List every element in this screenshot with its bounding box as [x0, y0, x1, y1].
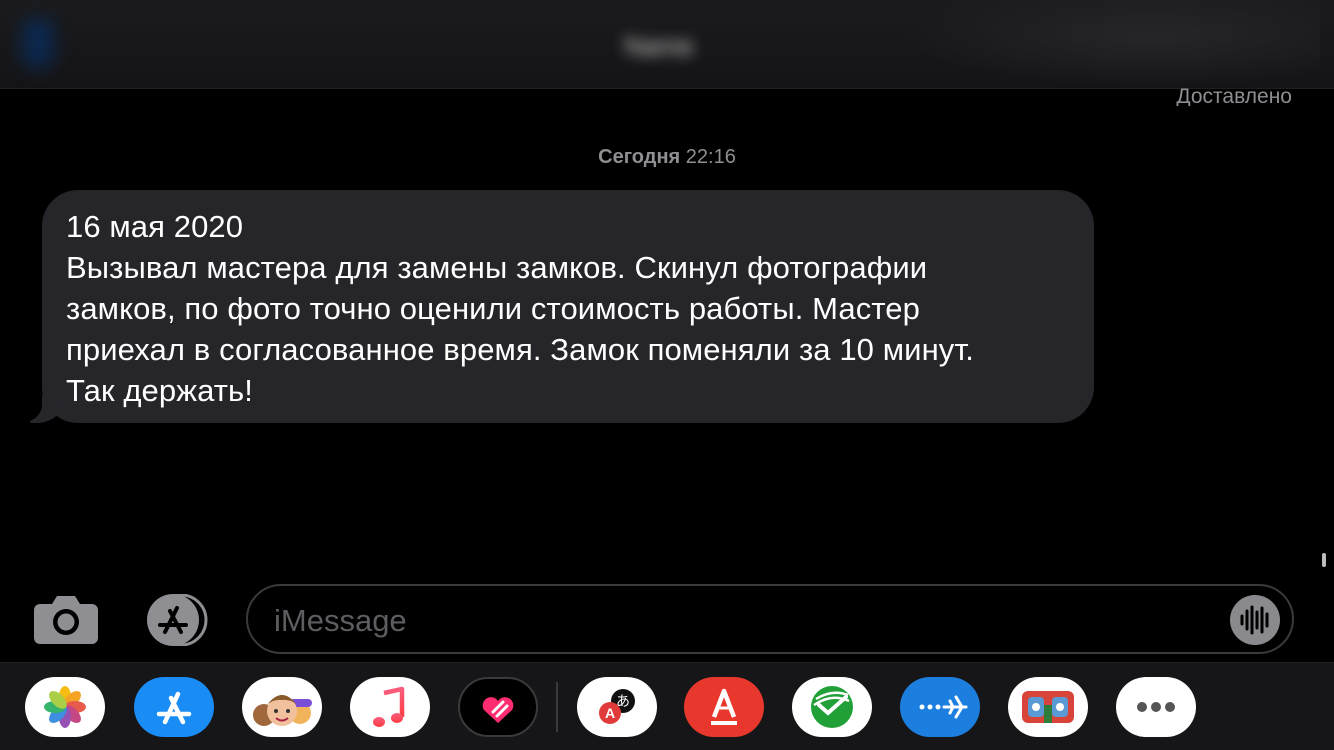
audio-message-button[interactable] — [1230, 595, 1280, 645]
message-line: Так держать! — [66, 373, 253, 408]
timestamp-day: Сегодня — [598, 146, 681, 168]
scroll-indicator[interactable] — [1322, 553, 1326, 567]
svg-text:A: A — [605, 705, 615, 721]
translate-app-icon[interactable]: あ A — [577, 677, 657, 737]
app-store-app-icon[interactable] — [134, 677, 214, 737]
message-line: 16 мая 2020 — [66, 209, 244, 244]
delivery-status: Доставлено — [1176, 85, 1292, 107]
sberbank-app-icon[interactable] — [792, 677, 872, 737]
message-line: приехал в согласованное время. Замок пом… — [66, 332, 974, 367]
stickers-app-icon[interactable] — [1008, 677, 1088, 737]
camera-icon — [34, 596, 98, 644]
back-button[interactable] — [22, 18, 54, 68]
alfa-bank-app-icon[interactable] — [684, 677, 764, 737]
conversation-header: Name — [0, 0, 1334, 89]
app-drawer: あ A — [0, 662, 1334, 750]
contact-name[interactable]: Name — [604, 26, 714, 66]
memoji-app-icon[interactable] — [242, 677, 322, 737]
app-drawer-separator — [556, 682, 558, 732]
app-store-button[interactable] — [141, 593, 213, 647]
messenger-plane-app-icon[interactable] — [900, 677, 980, 737]
message-timestamp: Сегодня 22:16 — [0, 143, 1334, 171]
digital-touch-app-icon[interactable] — [458, 677, 538, 737]
imessage-input[interactable] — [246, 584, 1294, 654]
messages-screen: Name Доставлено Сегодня 22:16 16 мая 202… — [0, 0, 1334, 750]
message-text-input[interactable] — [272, 598, 1216, 644]
incoming-message-bubble[interactable]: 16 мая 2020 Вызывал мастера для замены з… — [18, 190, 1094, 423]
photos-app-icon[interactable] — [25, 677, 105, 737]
timestamp-time: 22:16 — [685, 146, 736, 168]
more-apps-icon[interactable] — [1116, 677, 1196, 737]
app-store-icon — [147, 593, 208, 647]
audio-waveform-icon — [1240, 605, 1269, 635]
message-line: замков, по фото точно оценили стоимость … — [66, 291, 920, 326]
camera-button[interactable] — [34, 592, 98, 644]
message-line: Вызывал мастера для замены замков. Скину… — [66, 250, 928, 285]
music-app-icon[interactable] — [350, 677, 430, 737]
